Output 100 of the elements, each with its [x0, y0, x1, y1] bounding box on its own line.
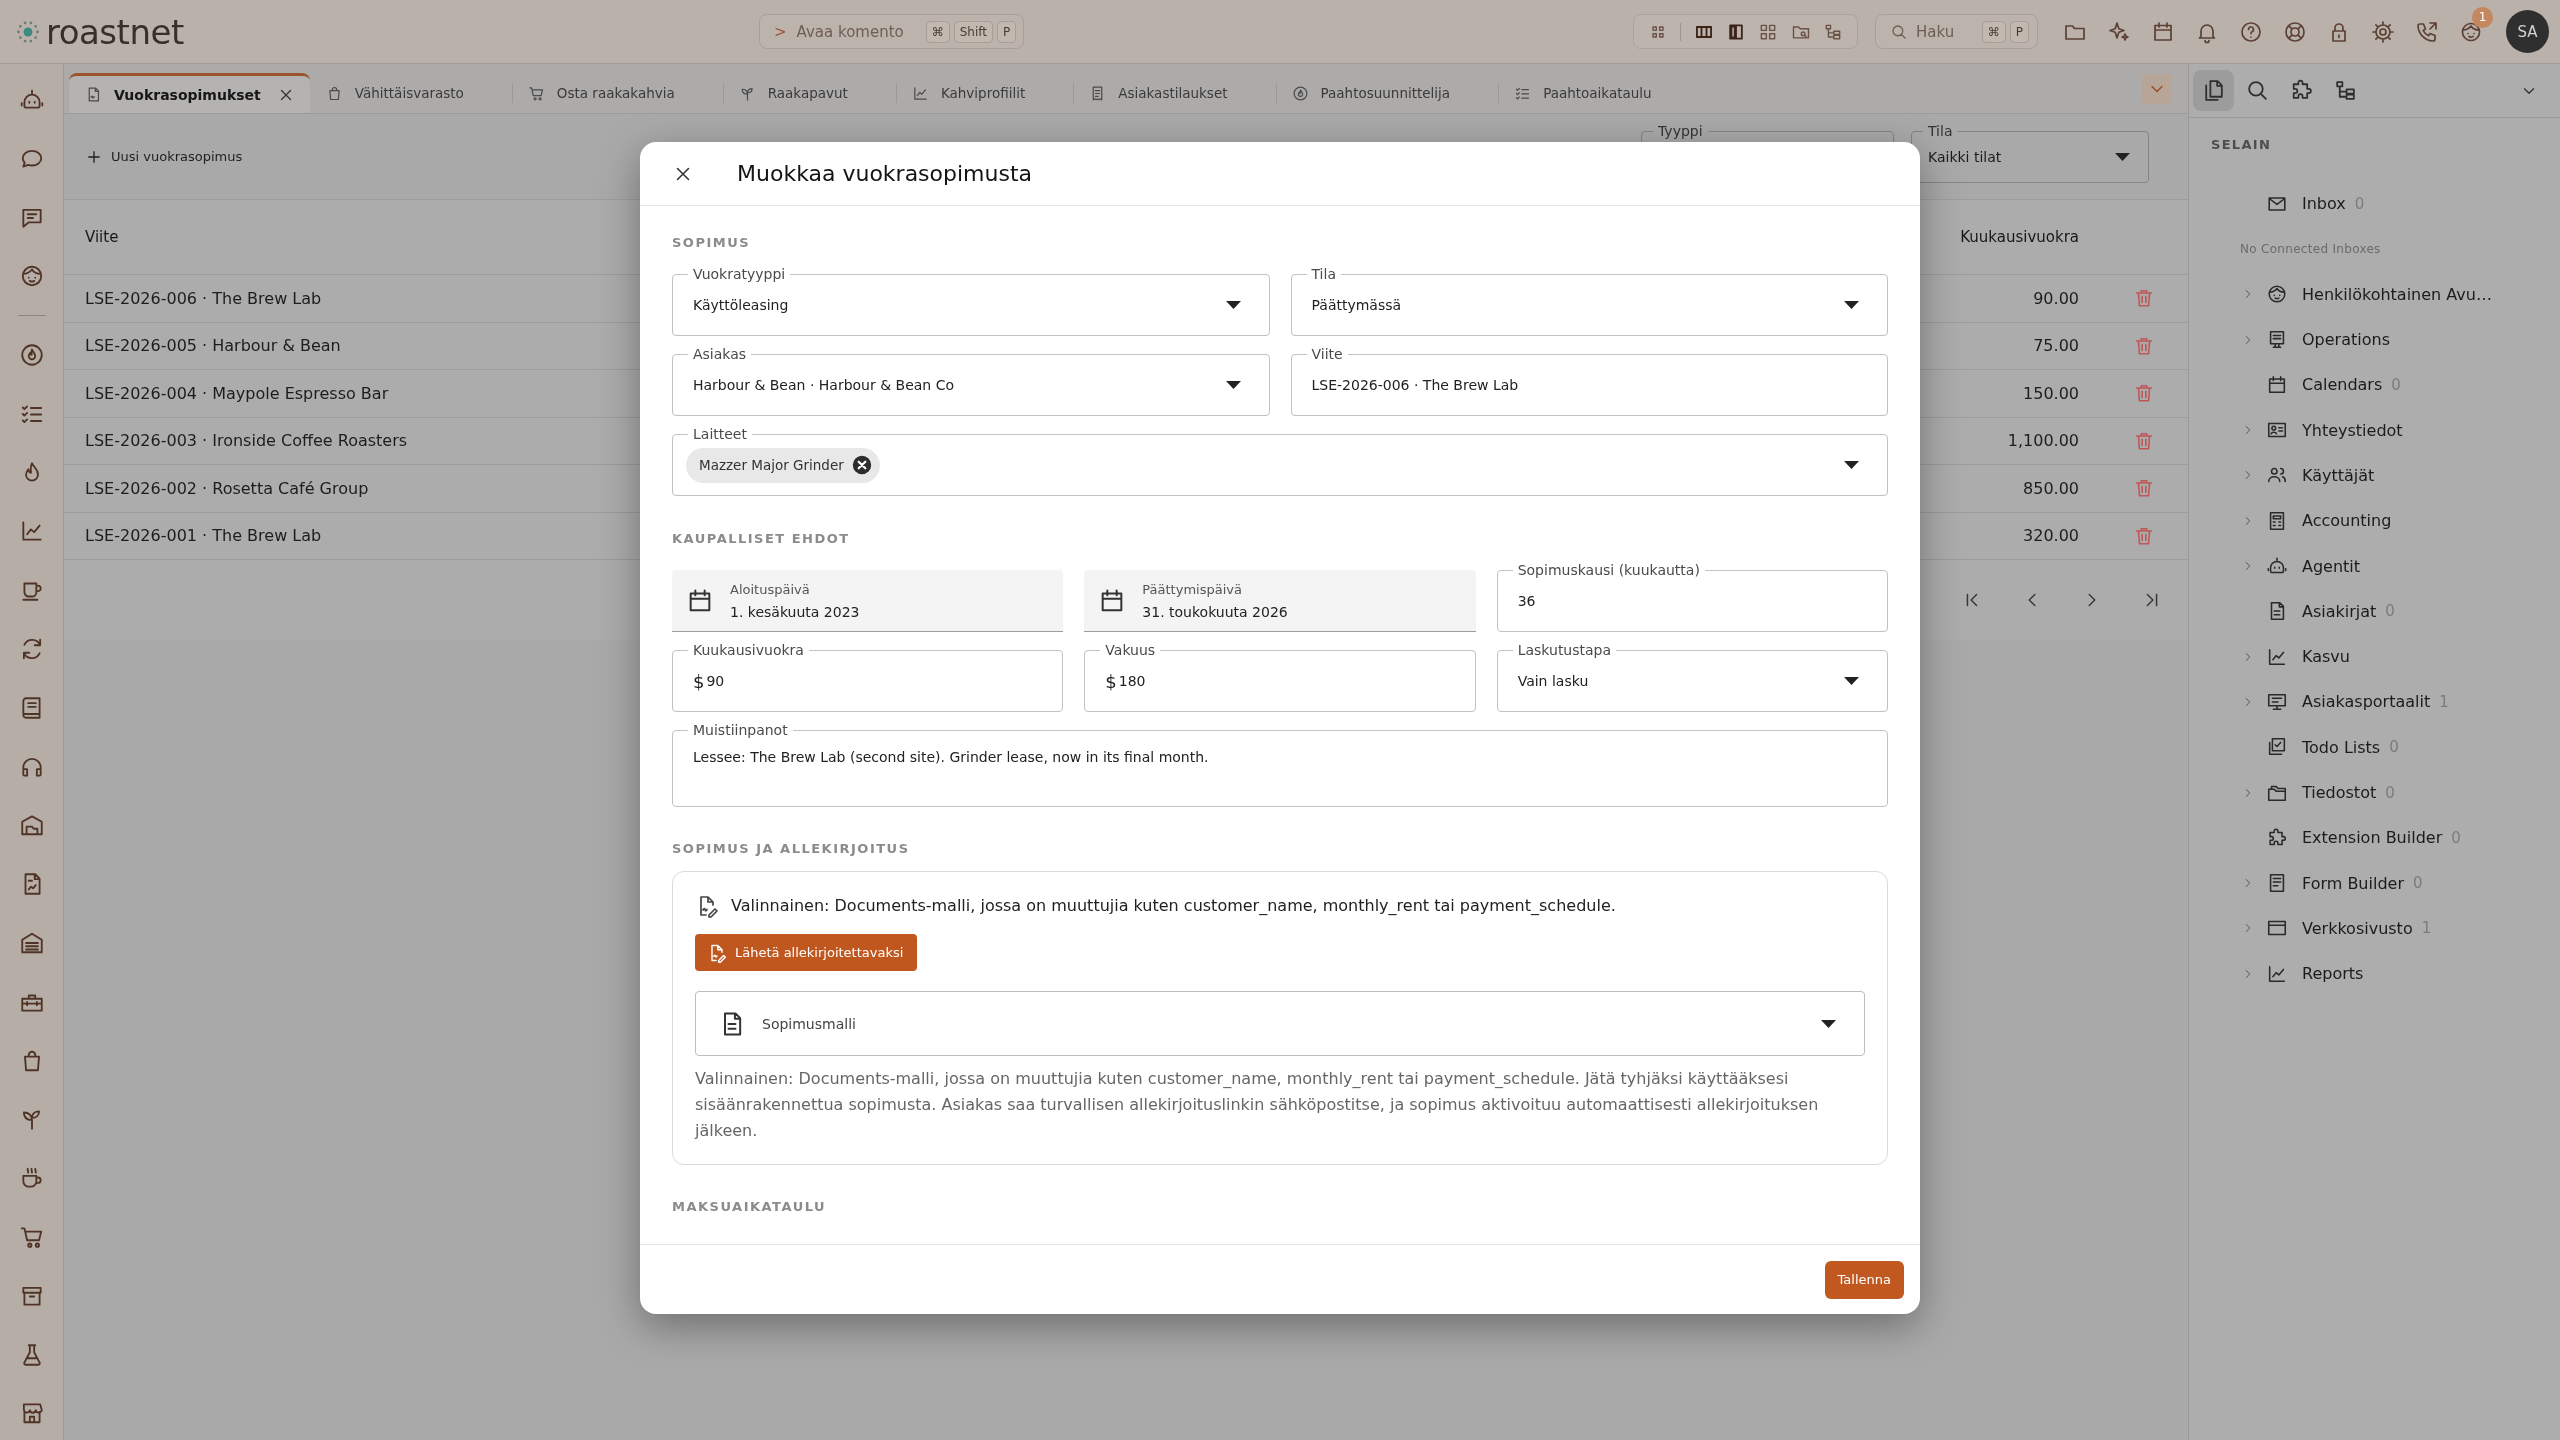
sidebar-item[interactable]: Agentit — [2302, 556, 2361, 576]
tab[interactable]: Vähittäisvarasto — [309, 73, 512, 113]
table-cell: LSE-2026-005 · Harbour & Bean — [85, 336, 341, 356]
select-field[interactable]: Vuokratyyppi Käyttöleasing — [672, 265, 1270, 336]
column-header: Viite — [85, 228, 119, 246]
amount-field[interactable]: Vakuus $180 — [1084, 641, 1476, 712]
field-label: Päättymispäivä — [1142, 581, 1243, 597]
command-button[interactable]: > Avaa komento ⌘ Shift P — [759, 14, 1025, 49]
date-field[interactable]: Päättymispäivä 31. toukokuuta 2026 — [1084, 570, 1476, 632]
keyboard-key: ⌘ — [925, 20, 950, 43]
sidebar-item[interactable]: Accounting — [2302, 511, 2392, 531]
panel-icon[interactable] — [1726, 21, 1746, 42]
field-label: Viite — [1310, 345, 1344, 363]
section-heading: MAKSUAIKATAULU — [672, 1199, 828, 1215]
sidebar-item[interactable]: Operations — [2302, 330, 2390, 350]
sidebar-item[interactable]: Yhteystiedot — [2302, 420, 2403, 440]
phone-icon[interactable] — [2415, 19, 2439, 44]
sidebar-item[interactable]: Todo Lists — [2302, 737, 2381, 757]
template-select[interactable]: Sopimusmalli — [695, 991, 1865, 1056]
field-label: Tila — [1310, 265, 1337, 283]
lifebuoy-icon[interactable] — [2283, 19, 2307, 44]
field-label: Vuokratyyppi — [692, 265, 787, 283]
sidebar-item[interactable]: Extension Builder — [2302, 828, 2443, 848]
search-icon — [1890, 22, 1908, 41]
select-field[interactable]: Asiakas Harbour & Bean · Harbour & Bean Co — [672, 345, 1270, 416]
section-heading: KAUPALLISET EHDOT — [672, 531, 851, 547]
sidebar-item[interactable]: Asiakirjat — [2302, 601, 2377, 621]
select-field[interactable]: Tila Päättymässä — [1290, 265, 1888, 336]
intro-text: Valinnainen: Documents-malli, jossa on muuttujia kuten customer_name, monthly_rent tai payment_schedule. — [731, 895, 1616, 917]
chip-label: Mazzer Major Grinder — [699, 457, 844, 473]
caret-icon — [1844, 301, 1859, 309]
search-icon — [2245, 78, 2270, 103]
select-field[interactable]: Laskutustapa Vain lasku — [1496, 641, 1888, 712]
table-cell: 850.00 — [2023, 478, 2079, 498]
sparkle-icon[interactable] — [2107, 19, 2131, 44]
table-cell: LSE-2026-004 · Maypole Espresso Bar — [85, 383, 389, 403]
field-label: Kuukausivuokra — [692, 641, 805, 659]
caret-icon — [1844, 461, 1859, 469]
settings-icon[interactable] — [2371, 19, 2395, 44]
sidebar-item[interactable]: Verkkosivusto — [2302, 918, 2413, 938]
keyboard-key: ⌘ — [1981, 20, 2006, 43]
table-cell: 75.00 — [2033, 336, 2079, 356]
table-cell: LSE-2026-002 · Rosetta Café Group — [85, 478, 369, 498]
sidebar-item[interactable]: Calendars — [2302, 375, 2383, 395]
section-heading: SOPIMUS JA ALLEKIRJOITUS — [672, 841, 911, 857]
field-label: Aloituspäivä — [730, 581, 811, 597]
chip-select[interactable]: Laitteet Mazzer Major Grinder — [672, 425, 1888, 496]
notification-badge: 1 — [2472, 6, 2493, 28]
sidebar-item[interactable]: Reports — [2302, 964, 2364, 984]
field-label: Laskutustapa — [1516, 641, 1613, 659]
cart-icon — [527, 84, 545, 102]
sidebar-item[interactable]: Asiakasportaalit — [2302, 692, 2431, 712]
sidebar-item[interactable]: Henkilökohtainen Avu… — [2302, 284, 2492, 304]
sidebar-item[interactable]: Tiedostot — [2302, 783, 2377, 802]
calendar-icon[interactable] — [2151, 19, 2175, 44]
caret-icon — [2115, 153, 2130, 161]
amount-field[interactable]: Kuukausivuokra $90 — [672, 641, 1064, 712]
field-label: Tila — [1927, 122, 1954, 140]
caret-icon — [1225, 381, 1241, 389]
search-button[interactable]: Haku ⌘ P — [1875, 14, 2038, 49]
sidebar-item[interactable]: Kasvu — [2302, 647, 2350, 667]
date-field[interactable]: Aloituspäivä 1. kesäkuuta 2023 — [672, 570, 1064, 632]
section-heading: SOPIMUS — [672, 235, 752, 251]
calendar-icon — [2266, 373, 2288, 396]
table-cell: LSE-2026-003 · Ironside Coffee Roasters — [85, 431, 408, 451]
sidebar-item[interactable]: Inbox — [2302, 194, 2346, 214]
table-cell: 1,100.00 — [2007, 431, 2079, 451]
tab[interactable]: Vuokrasopimukset — [69, 73, 310, 113]
help-icon[interactable] — [2239, 19, 2263, 44]
app-logo: roastnet — [46, 11, 184, 52]
line-chart-icon — [911, 84, 929, 102]
field-label: Asiakas — [692, 345, 748, 363]
notes-field[interactable]: Muistiinpanot Lessee: The Brew Lab (second site). Grinder lease, now in its final month. — [672, 721, 1888, 807]
keyboard-key: Shift — [953, 20, 993, 43]
empty-note: No Connected Inboxes — [2240, 241, 2381, 256]
field-label: Laitteet — [692, 425, 748, 443]
user-avatar[interactable]: SA — [2506, 10, 2549, 53]
table-cell: 90.00 — [2033, 288, 2079, 308]
column-header: Kuukausivuokra — [1960, 228, 2079, 246]
caret-icon — [1225, 301, 1241, 309]
sidebar-item[interactable]: Form Builder — [2302, 873, 2404, 893]
caret-icon — [1821, 1019, 1836, 1028]
table-cell: LSE-2026-001 · The Brew Lab — [85, 526, 322, 546]
send-for-signature-button[interactable]: Lähetä allekirjoitettavaksi — [695, 934, 918, 971]
panel-tab[interactable] — [2193, 70, 2234, 111]
field-label: Vakuus — [1104, 641, 1157, 659]
remove-icon[interactable] — [851, 455, 872, 475]
table-cell: 320.00 — [2023, 526, 2079, 546]
save-button[interactable]: Tallenna — [1824, 1260, 1904, 1299]
field-label: Sopimuskausi (kuukautta) — [1516, 561, 1701, 579]
sidebar-item[interactable]: Käyttäjät — [2302, 465, 2375, 485]
new-lease-button[interactable]: Uusi vuokrasopimus — [85, 147, 243, 166]
keyboard-key: P — [2009, 20, 2029, 43]
help-text: Valinnainen: Documents-malli, jossa on muuttujia kuten customer_name, monthly_rent tai payment_schedule. Jätä tyhjäksi käyttääksesi sisäänrakennettua sopimusta. Asiakas saa turvallisen allekirjoituslinkin sähköpostitse, ja sopimus aktivoituu automaattisesti allekirjoituksen jälkeen. — [695, 1068, 1820, 1142]
text-field[interactable]: Sopimuskausi (kuukautta) 36 — [1496, 561, 1888, 632]
dialog-title: Muokkaa vuokrasopimusta — [737, 161, 1033, 186]
tree-icon — [2333, 78, 2358, 103]
text-field[interactable]: Viite LSE-2026-006 · The Brew Lab — [1290, 345, 1888, 416]
field-label: Tyyppi — [1657, 122, 1704, 140]
table-cell: 150.00 — [2023, 383, 2079, 403]
